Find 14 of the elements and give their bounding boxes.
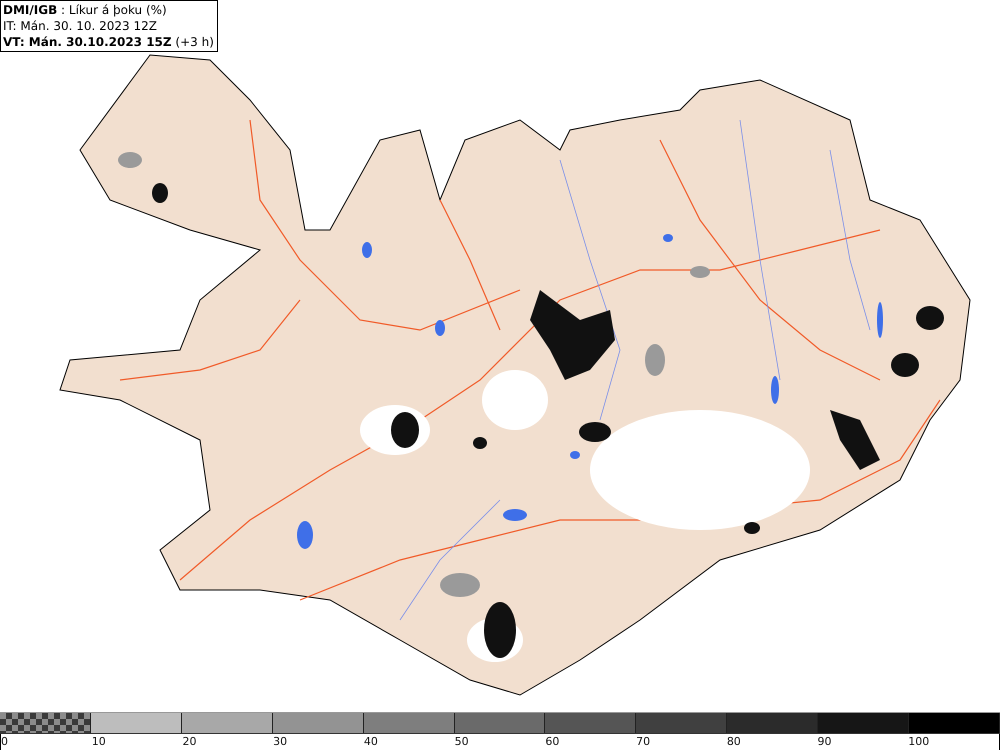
- legend-tick-label: 50: [454, 734, 469, 750]
- header-line: VT: Mán. 30.10.2023 15Z (+3 h): [3, 34, 214, 50]
- legend-tick-label: 70: [636, 734, 650, 750]
- legend-tick-label: 30: [273, 734, 288, 750]
- legend-tick-label: 0: [1, 734, 8, 750]
- header-line: DMI/IGB : Líkur á þoku (%): [3, 2, 168, 18]
- legend-tick-label: 90: [818, 734, 832, 750]
- legend-tick-label: 60: [545, 734, 560, 750]
- legend-tick-label: 10: [92, 734, 106, 750]
- legend-tick-label: 100: [908, 734, 930, 750]
- legend-tick-label: 20: [182, 734, 196, 750]
- legend-tick-label: 80: [726, 734, 741, 750]
- legend-tick-label: 40: [364, 734, 378, 750]
- header-line: IT: Mán. 30. 10. 2023 12Z: [3, 18, 158, 34]
